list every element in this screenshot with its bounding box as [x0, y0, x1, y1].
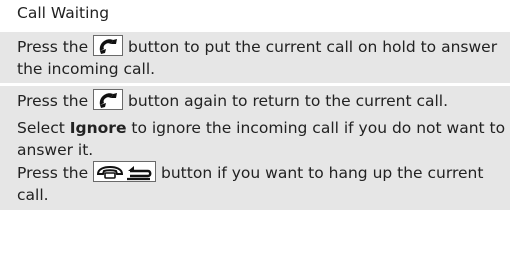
instruction-step-2: Press the button again to return to the …: [0, 86, 510, 115]
instruction-step-4: Press the button if you want to hang up …: [0, 161, 510, 210]
phone-pickup-icon: [93, 35, 124, 56]
step-4-before: Press the: [17, 164, 94, 182]
step-2-after: button again to return to the current ca…: [123, 92, 449, 110]
step-1-before: Press the: [17, 38, 94, 56]
call-waiting-panel: Call Waiting Press the button to put the…: [0, 0, 510, 253]
ignore-label: Ignore: [69, 119, 127, 137]
step-4-text: Press the button if you want to hang up …: [17, 161, 510, 206]
step-2-text: Press the button again to return to the …: [17, 89, 510, 112]
instruction-step-3: Select Ignore to ignore the incoming cal…: [0, 115, 510, 161]
section-title-text: Call Waiting: [17, 4, 110, 22]
instruction-step-1: Press the button to put the current call…: [0, 32, 510, 83]
step-2-before: Press the: [17, 92, 94, 110]
section-title: Call Waiting: [0, 0, 510, 32]
step-3-before: Select: [17, 119, 70, 137]
step-3-text: Select Ignore to ignore the incoming cal…: [17, 117, 510, 161]
phone-pickup-icon: [93, 89, 124, 110]
step-1-text: Press the button to put the current call…: [17, 35, 510, 80]
hangup-back-icon: [93, 161, 157, 182]
